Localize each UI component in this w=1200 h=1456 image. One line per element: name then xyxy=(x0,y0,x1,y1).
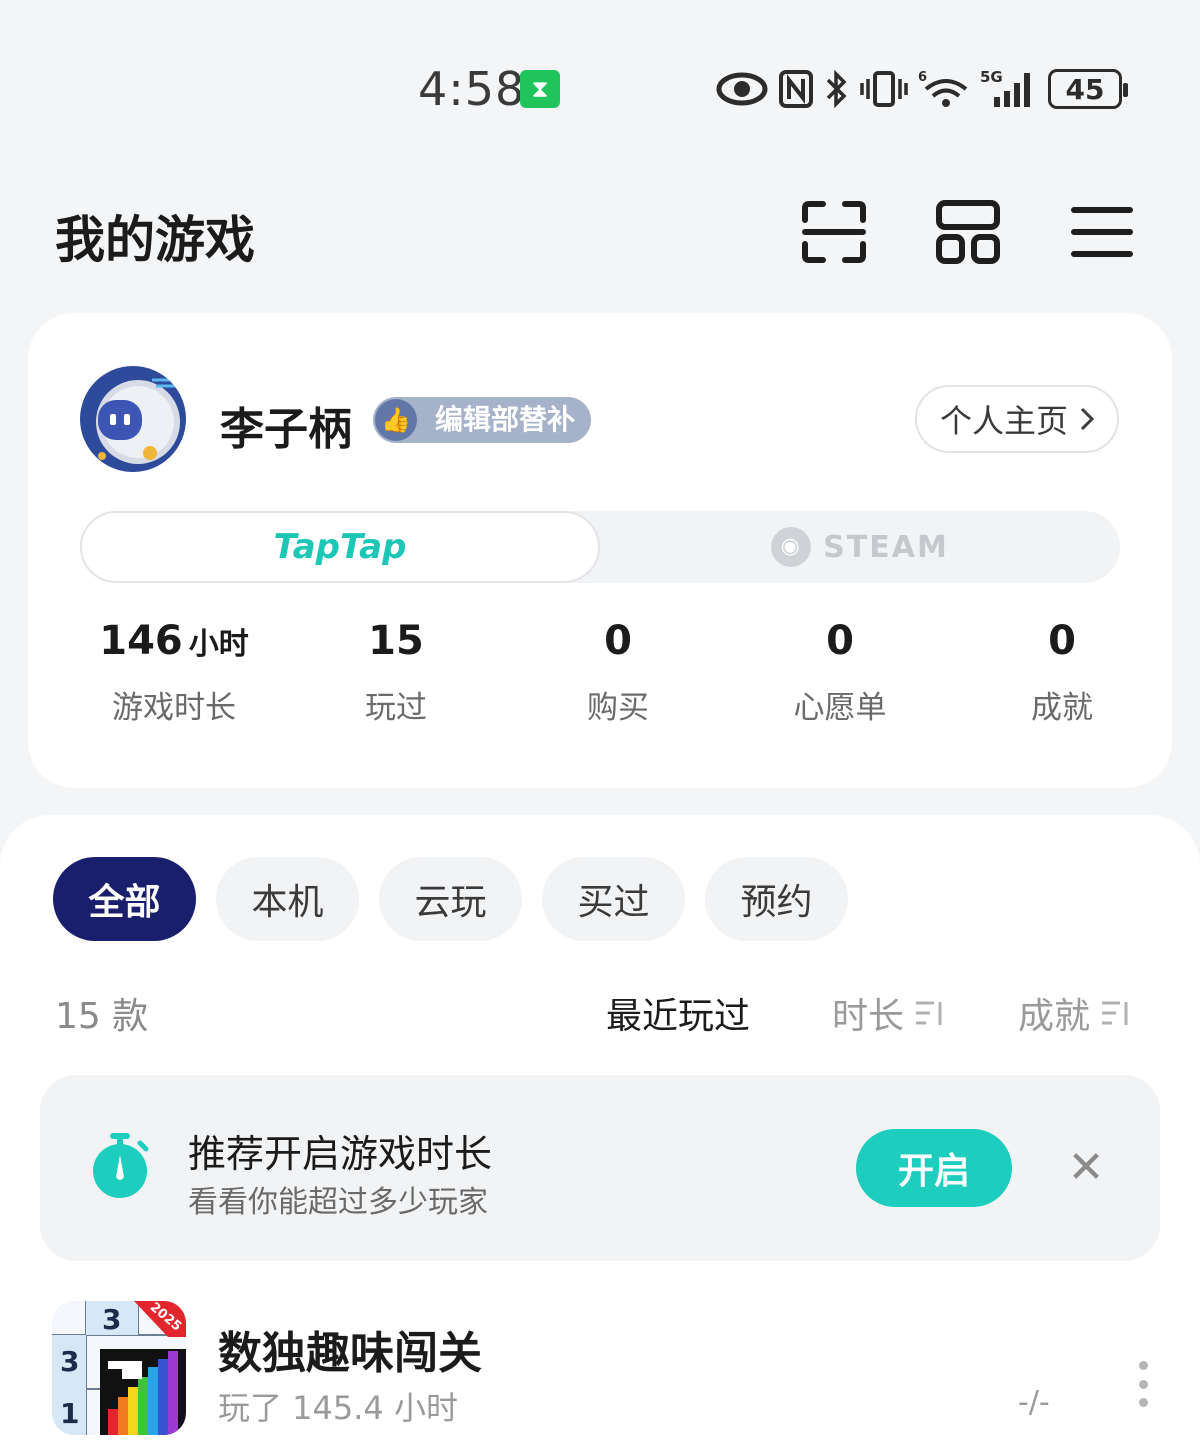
nfc-icon xyxy=(779,70,813,108)
scan-icon xyxy=(802,201,866,263)
filter-reserved[interactable]: 预约 xyxy=(705,857,848,941)
grid-layout-icon xyxy=(936,200,1000,264)
eye-icon xyxy=(716,72,768,106)
sort-icon xyxy=(1102,1001,1128,1025)
profile-home-label: 个人主页 xyxy=(939,402,1068,440)
stat-wishlist[interactable]: 0 心愿单 xyxy=(730,618,950,727)
filter-cloud[interactable]: 云玩 xyxy=(379,857,522,941)
hourglass-icon: ⧗ xyxy=(520,70,560,108)
sort-duration[interactable]: 时长 xyxy=(832,987,946,1039)
platform-tab-taptap[interactable]: TapTap xyxy=(80,511,600,583)
sort-achievement-label: 成就 xyxy=(1018,996,1091,1037)
menu-button[interactable] xyxy=(1068,196,1136,268)
promo-title: 推荐开启游戏时长 xyxy=(188,1132,493,1176)
sort-duration-label: 时长 xyxy=(832,996,905,1037)
menu-icon xyxy=(1071,207,1133,257)
status-icons: 6 5G 45 xyxy=(716,64,1128,114)
svg-text:6: 6 xyxy=(918,70,927,85)
svg-text:3: 3 xyxy=(102,1303,121,1336)
cellular-signal-icon: 5G xyxy=(980,69,1030,107)
svg-text:1: 1 xyxy=(60,1397,79,1430)
layout-toggle-button[interactable] xyxy=(934,196,1002,268)
playtime-promo-banner: 推荐开启游戏时长 看看你能超过多少玩家 开启 ✕ xyxy=(40,1075,1160,1261)
steam-label: STEAM xyxy=(823,529,949,565)
role-badge[interactable]: 👍 编辑部替补 xyxy=(373,397,592,443)
close-icon[interactable]: ✕ xyxy=(1062,1145,1110,1193)
bluetooth-icon xyxy=(826,69,847,109)
sort-icon xyxy=(916,1001,942,1025)
robot-avatar-icon xyxy=(80,366,186,472)
game-playtime: 玩了 145.4 小时 xyxy=(218,1389,458,1427)
stat-label: 游戏时长 xyxy=(112,690,236,726)
scan-button[interactable] xyxy=(800,196,868,268)
sort-recent[interactable]: 最近玩过 xyxy=(606,987,750,1039)
game-achievement: -/- xyxy=(1018,1385,1050,1420)
game-icon: 3 3 1 2025 xyxy=(52,1301,186,1435)
more-options-icon[interactable] xyxy=(1128,1361,1158,1407)
steam-icon: ◉ xyxy=(771,527,812,567)
filter-all[interactable]: 全部 xyxy=(53,857,196,941)
games-panel: 全部 本机 云玩 买过 预约 15 款 最近玩过 时长 成就 推荐开启游戏时长 … xyxy=(0,815,1200,1456)
sort-achievement[interactable]: 成就 xyxy=(1018,987,1132,1039)
game-name: 数独趣味闯关 xyxy=(218,1328,482,1379)
status-clock: 4:58 xyxy=(418,62,526,116)
game-count: 15 款 xyxy=(55,996,149,1037)
svg-text:3: 3 xyxy=(60,1345,79,1378)
chevron-right-icon xyxy=(1080,407,1094,431)
stat-value: 146 小时 xyxy=(99,618,249,664)
stat-label: 玩过 xyxy=(365,690,427,726)
stat-purchased[interactable]: 0 购买 xyxy=(508,618,728,727)
stat-achievements[interactable]: 0 成就 xyxy=(952,618,1172,727)
header-actions xyxy=(800,196,1136,268)
taptap-logo: TapTap xyxy=(273,527,407,567)
status-bar: 4:58 ⧗ 6 5G 45 xyxy=(0,0,1200,170)
sort-recent-label: 最近玩过 xyxy=(606,996,751,1037)
profile-stats: 146 小时 游戏时长 15 玩过 0 购买 0 心愿单 0 成就 xyxy=(28,618,1172,738)
enable-playtime-button[interactable]: 开启 xyxy=(856,1129,1012,1207)
stat-label: 心愿单 xyxy=(793,690,887,726)
list-item[interactable]: 3 3 1 2025 数独趣味闯关 玩了 145.4 小时 -/- xyxy=(0,1295,1200,1445)
thumbs-up-icon: 👍 xyxy=(375,399,417,441)
stat-value: 0 xyxy=(826,618,854,664)
profile-home-button[interactable]: 个人主页 xyxy=(915,385,1119,453)
platform-tab-steam[interactable]: ◉ STEAM xyxy=(600,511,1120,583)
stat-playtime[interactable]: 146 小时 游戏时长 xyxy=(64,618,284,727)
stat-label: 成就 xyxy=(1031,690,1093,726)
stat-value: 0 xyxy=(604,618,632,664)
stat-value: 15 xyxy=(368,618,424,664)
stat-played[interactable]: 15 玩过 xyxy=(286,618,506,727)
stat-value: 0 xyxy=(1048,618,1076,664)
stat-label: 购买 xyxy=(587,690,649,726)
vibrate-icon xyxy=(860,71,908,107)
role-badge-label: 编辑部替补 xyxy=(435,403,576,436)
filter-purchased[interactable]: 买过 xyxy=(542,857,685,941)
avatar[interactable] xyxy=(80,366,186,472)
username: 李子柄 xyxy=(220,404,352,455)
wifi-icon: 6 xyxy=(918,70,968,107)
battery-level: 45 xyxy=(1065,72,1105,106)
filter-local[interactable]: 本机 xyxy=(216,857,359,941)
sudoku-game-icon: 3 3 1 2025 xyxy=(52,1301,186,1435)
promo-subtitle: 看看你能超过多少玩家 xyxy=(188,1185,488,1220)
page-title: 我的游戏 xyxy=(55,211,255,269)
stopwatch-icon xyxy=(93,1133,149,1198)
battery-indicator: 45 xyxy=(1048,69,1128,109)
filter-chips: 全部 本机 云玩 买过 预约 xyxy=(53,857,848,941)
svg-text:5G: 5G xyxy=(980,69,1003,86)
profile-card: 李子柄 👍 编辑部替补 个人主页 TapTap ◉ STEAM 146 小时 游戏… xyxy=(28,313,1172,788)
platform-switch: TapTap ◉ STEAM xyxy=(80,511,1120,583)
